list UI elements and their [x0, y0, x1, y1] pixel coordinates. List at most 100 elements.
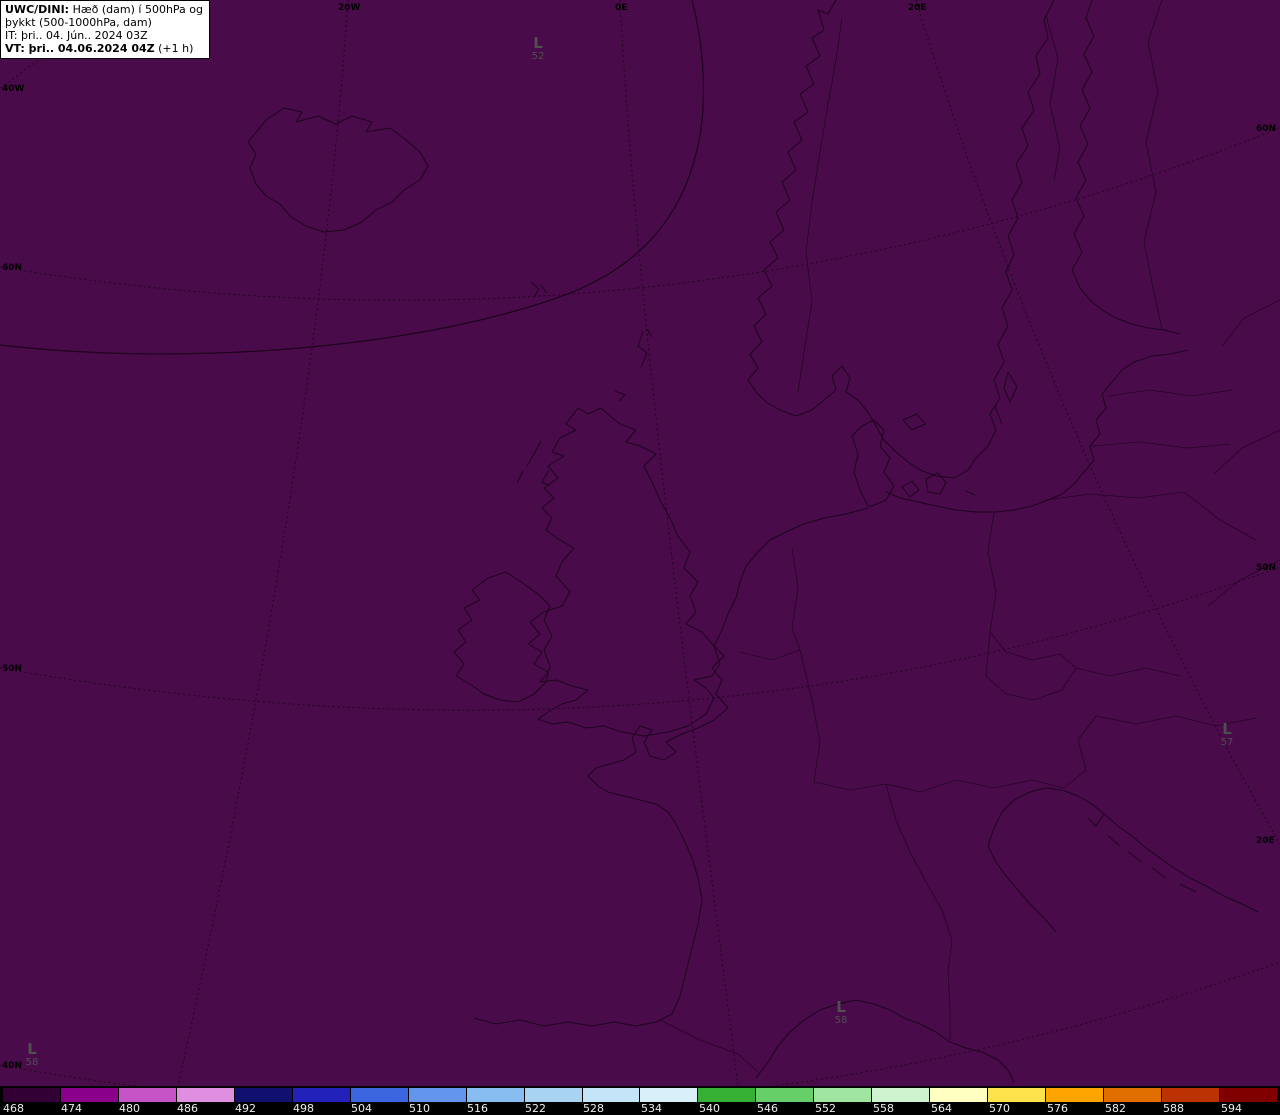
colorbar-segment [466, 1088, 525, 1102]
border-finland-russia [1143, 0, 1163, 331]
pressure-marker-symbol: L [836, 998, 846, 1016]
parallel-40n [0, 961, 1280, 1086]
parallel-50n [0, 566, 1280, 711]
colorbar-segment [756, 1088, 815, 1102]
colorbar-segment [118, 1088, 177, 1102]
grid-label: 40N [2, 1061, 23, 1071]
colorbar-label: 468 [3, 1102, 24, 1115]
colorbar-segment [582, 1088, 641, 1102]
grid-label: 40W [2, 84, 25, 94]
title-product-text: Hæð (dam) í 500hPa og [69, 3, 204, 16]
coast-adriatic-east [1077, 795, 1259, 913]
colorbar-label: 594 [1221, 1102, 1242, 1115]
colorbar-label: 552 [815, 1102, 836, 1115]
title-line-3: IT: þri.. 04. Jún.. 2024 03Z [5, 29, 148, 42]
grid-label: 50N [2, 664, 23, 674]
grid-label: 20E [908, 3, 927, 13]
map-canvas: 20W 0E 20E 40W 60N 50N 40N 60N 50N 20E L 52 L 57 L 58 L… [0, 0, 1280, 1086]
grid-label: 20W [338, 3, 361, 13]
pressure-marker: L 58 [834, 998, 848, 1027]
grid-label: 20E [1256, 836, 1275, 846]
grid-label: 60N [2, 263, 23, 273]
border-france-germany [799, 649, 821, 783]
colorbar-label: 576 [1047, 1102, 1068, 1115]
pressure-marker-value: 58 [834, 1015, 848, 1026]
pressure-marker-symbol: L [27, 1040, 37, 1058]
colorbar-label: 534 [641, 1102, 662, 1115]
coastlines [247, 0, 1259, 1083]
colorbar-segment [524, 1088, 583, 1102]
colorbar-segment [292, 1088, 351, 1102]
pressure-marker-value: 52 [531, 51, 545, 62]
map-title-box: UWC/DINI: Hæð (dam) í 500hPa og þykkt (5… [0, 0, 211, 59]
coast-finland [1071, 0, 1181, 335]
colorbar-label: 564 [931, 1102, 952, 1115]
coast-mediterranean [755, 999, 1015, 1083]
colorbar-segment [698, 1088, 757, 1102]
graticule-lines [0, 0, 1280, 1086]
pressure-marker-symbol: L [533, 34, 543, 52]
coast-scandinavia [747, 0, 1055, 479]
colorbar-label: 480 [119, 1102, 140, 1115]
colorbar-segment [988, 1088, 1047, 1102]
border-sweden-finland [1045, 15, 1061, 181]
border-belgium [739, 649, 801, 661]
coast-faroe [530, 281, 548, 298]
border-east-3 [1221, 299, 1280, 347]
border-east-1 [1183, 491, 1257, 541]
border-germany-netherlands [791, 547, 801, 651]
parallel-60n [0, 127, 1280, 301]
pressure-marker-value: 57 [1220, 737, 1234, 748]
colorbar-segment [814, 1088, 873, 1102]
colorbar-swatches [2, 1088, 1278, 1102]
coast-northsea-france-iberia [473, 507, 869, 1027]
colorbar-label: 546 [757, 1102, 778, 1115]
grid-label: 0E [615, 3, 628, 13]
title-line-2: þykkt (500-1000hPa, dam) [5, 16, 152, 29]
border-switzerland [813, 781, 921, 793]
border-pyrenees [659, 1019, 759, 1073]
meridian-20e [915, 0, 1280, 845]
title-line-1: UWC/DINI: Hæð (dam) í 500hPa og [5, 3, 203, 16]
colorbar-segment [1104, 1088, 1163, 1102]
border-austria [919, 715, 1097, 793]
colorbar-segment [872, 1088, 931, 1102]
colorbar-segment [2, 1088, 61, 1102]
colorbar-label: 570 [989, 1102, 1010, 1115]
colorbar-segment [930, 1088, 989, 1102]
border-poland-germany [987, 511, 997, 633]
border-slovakia [1075, 667, 1181, 677]
title-product-label: UWC/DINI: [5, 3, 70, 16]
grid-label: 50N [1256, 563, 1277, 573]
border-france-italy [885, 783, 953, 1040]
pressure-marker-value: 58 [25, 1057, 39, 1068]
colorbar-label: 540 [699, 1102, 720, 1115]
coast-shetland [637, 328, 653, 368]
colorbar-label: 486 [177, 1102, 198, 1115]
colorbar-label: 522 [525, 1102, 546, 1115]
lake-vanern [902, 413, 926, 431]
colorbar-segment [350, 1088, 409, 1102]
meridian-0 [619, 0, 739, 1086]
colorbar-label: 528 [583, 1102, 604, 1115]
pressure-marker: L 57 [1220, 722, 1234, 749]
meridian-20w [177, 0, 349, 1086]
colorbar-segment [60, 1088, 119, 1102]
colorbar-label: 516 [467, 1102, 488, 1115]
coast-iceland [247, 107, 429, 233]
colorbar-label: 474 [61, 1102, 82, 1115]
border-norway-sweden [797, 17, 843, 393]
colorbar-segment [176, 1088, 235, 1102]
coast-ireland [453, 571, 553, 703]
border-lithuania-poland [1045, 491, 1185, 501]
coast-adriatic-west [987, 787, 1079, 933]
colorbar-labels: 468 474 480 486 492 498 504 510 516 522 528 534 540 5… [2, 1103, 1278, 1115]
border-baltics-2 [1091, 441, 1231, 449]
colorbar-label: 588 [1163, 1102, 1184, 1115]
colorbar-segment [234, 1088, 293, 1102]
country-borders [659, 0, 1280, 1073]
coast-great-britain [527, 407, 721, 737]
colorbar-label: 582 [1105, 1102, 1126, 1115]
colorbar-segment [408, 1088, 467, 1102]
coast-baltic-islands [965, 371, 1018, 496]
